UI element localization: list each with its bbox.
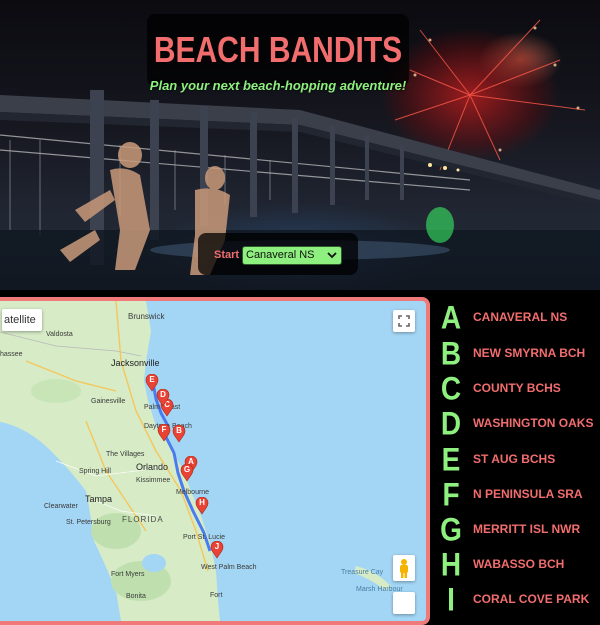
stop-name: WASHINGTON OAKS <box>473 416 594 430</box>
stop-item-i[interactable]: I CORAL COVE PARK <box>432 582 600 618</box>
stop-letter: B <box>440 335 462 372</box>
marker-letter: G <box>183 465 191 474</box>
map-label-clearwater: Clearwater <box>44 503 78 510</box>
street-view-button[interactable] <box>393 555 415 581</box>
map-label-tallahassee: hassee <box>0 351 23 358</box>
map-label-tampa: Tampa <box>85 494 113 504</box>
map-label-treasure-cay: Treasure Cay <box>341 569 384 576</box>
stop-letter: G <box>440 511 462 548</box>
marker-letter: E <box>149 375 155 384</box>
map-label-port-st-lucie: Port St. Lucie <box>183 534 226 541</box>
stop-list: A CANAVERAL NS B NEW SMYRNA BCH C COUNTY… <box>432 300 600 618</box>
map-label-st-petersburg: St. Petersburg <box>66 519 111 526</box>
map-marker-f[interactable]: F <box>157 424 171 442</box>
stop-name: CORAL COVE PARK <box>473 592 590 606</box>
start-select[interactable]: Canaveral NS <box>242 246 342 265</box>
stop-letter: I <box>447 581 455 618</box>
map-label-melbourne: Melbourne <box>176 489 210 496</box>
stop-item-e[interactable]: E ST AUG BCHS <box>432 442 600 478</box>
stop-item-h[interactable]: H WABASSO BCH <box>432 547 600 583</box>
start-select-value: Canaveral NS <box>246 249 315 261</box>
stop-item-g[interactable]: G MERRITT ISL NWR <box>432 512 600 548</box>
map-label-the-villages: The Villages <box>106 451 145 458</box>
stop-item-c[interactable]: C COUNTY BCHS <box>432 371 600 407</box>
pegman-icon <box>400 559 408 578</box>
start-picker: Start Canaveral NS <box>198 233 358 275</box>
map-label-fort-myers: Fort Myers <box>111 571 145 578</box>
map-label-spring-hill: Spring Hill <box>79 468 111 475</box>
page-subtitle: Plan your next beach-hopping adventure! <box>149 78 407 93</box>
stop-item-a[interactable]: A CANAVERAL NS <box>432 300 600 336</box>
chevron-down-icon <box>327 252 337 259</box>
route-map[interactable]: atellite Brunswick Valdosta hassee Jacks… <box>0 297 430 625</box>
stop-name: COUNTY BCHS <box>473 381 561 395</box>
marker-letter: F <box>161 425 167 434</box>
title-box: BEACH BANDITS Plan your next beach-hoppi… <box>147 14 409 93</box>
map-label-kissimmee: Kissimmee <box>136 477 171 484</box>
map-label-bonita: Bonita <box>126 593 146 600</box>
map-label-brunswick: Brunswick <box>128 312 165 321</box>
map-marker-b[interactable]: B <box>172 425 186 443</box>
map-label-fort: Fort <box>210 592 223 599</box>
fullscreen-icon <box>398 315 410 327</box>
zoom-control[interactable] <box>393 592 415 614</box>
stop-item-d[interactable]: D WASHINGTON OAKS <box>432 406 600 442</box>
page-title: BEACH BANDITS <box>153 30 403 71</box>
stop-letter: E <box>441 441 461 478</box>
marker-letter: B <box>176 426 182 435</box>
map-marker-g[interactable]: G <box>180 464 194 482</box>
stop-name: WABASSO BCH <box>473 557 565 571</box>
map-label-florida: FLORIDA <box>122 515 164 524</box>
map-label-valdosta: Valdosta <box>46 331 73 338</box>
map-label-west-palm: West Palm Beach <box>201 564 257 571</box>
marker-letter: J <box>214 542 220 551</box>
map-marker-j[interactable]: J <box>210 541 224 559</box>
stop-letter: A <box>440 299 462 336</box>
stop-letter: D <box>440 405 462 442</box>
map-label-orlando: Orlando <box>136 462 169 472</box>
map-label-gainesville: Gainesville <box>91 398 126 405</box>
map-label-marsh-harbour: Marsh Harbour <box>356 586 403 593</box>
marker-letter: H <box>199 498 205 507</box>
stop-letter: C <box>440 370 462 407</box>
map-marker-h[interactable]: H <box>195 497 209 515</box>
fullscreen-button[interactable] <box>393 310 415 332</box>
map-type-satellite-button[interactable]: atellite <box>2 309 42 331</box>
stop-name: N PENINSULA SRA <box>473 487 583 501</box>
map-marker-e[interactable]: E <box>145 374 159 392</box>
stop-name: MERRITT ISL NWR <box>473 522 581 536</box>
stop-letter: H <box>440 546 462 583</box>
stop-name: CANAVERAL NS <box>473 310 568 324</box>
stop-letter: F <box>442 476 460 513</box>
hero-banner: BEACH BANDITS Plan your next beach-hoppi… <box>0 0 600 290</box>
map-label-jacksonville: Jacksonville <box>111 358 160 368</box>
start-label: Start <box>214 249 240 261</box>
stop-item-f[interactable]: F N PENINSULA SRA <box>432 477 600 513</box>
stop-name: NEW SMYRNA BCH <box>473 346 586 360</box>
stop-name: ST AUG BCHS <box>473 452 556 466</box>
stop-item-b[interactable]: B NEW SMYRNA BCH <box>432 336 600 372</box>
